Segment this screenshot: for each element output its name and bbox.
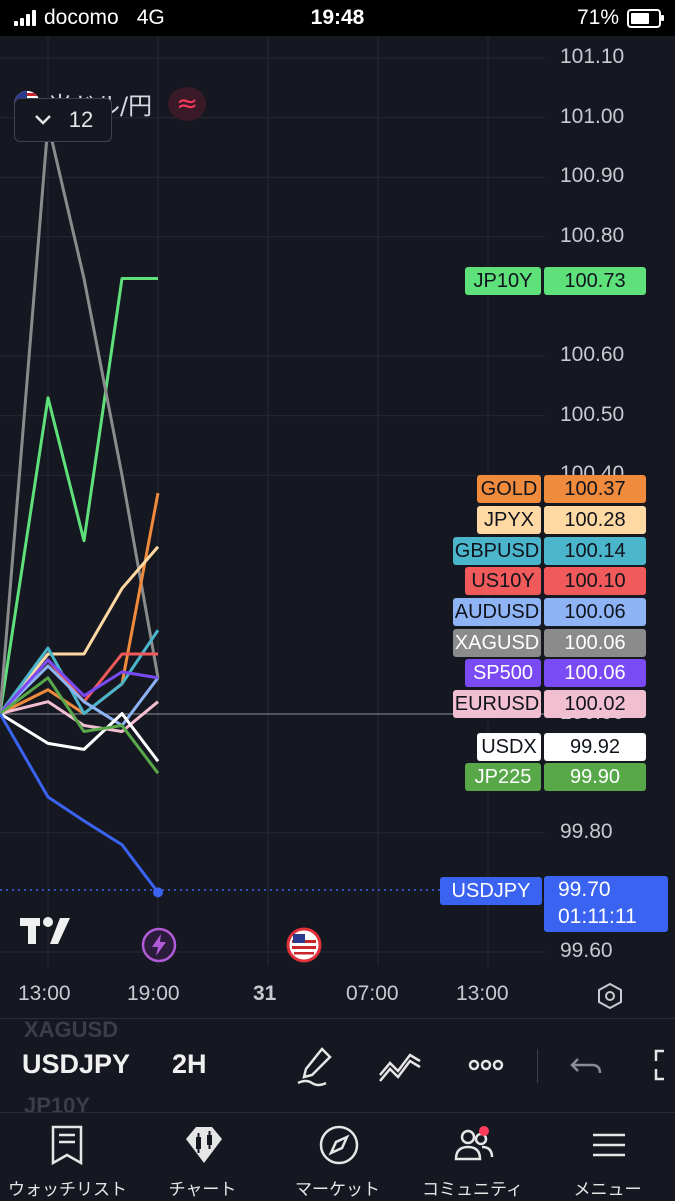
price-tag-name-gbpusd: GBPUSD — [453, 537, 541, 565]
nav-community[interactable]: コミュニティ — [405, 1113, 540, 1201]
approx-icon[interactable]: ≈ — [168, 86, 207, 121]
status-bar: docomo 4G 19:48 71% — [0, 0, 675, 36]
collapse-toggle[interactable]: 12 — [14, 98, 112, 142]
usdjpy-tag-box: 99.70 01:11:11 — [544, 876, 668, 932]
price-axis-label: 100.90 — [560, 164, 625, 188]
series-line-jp10y — [0, 277, 158, 714]
lightning-event-icon[interactable] — [140, 926, 178, 964]
price-tag-name-jp10y: JP10Y — [465, 267, 541, 295]
price-tag-value-sp500: 100.06 — [544, 659, 646, 687]
usdjpy-tag-name: USDJPY — [440, 877, 542, 905]
price-tag-value-gold: 100.37 — [544, 475, 646, 503]
nav-chart[interactable]: チャート — [135, 1113, 270, 1201]
chart-toolbar: XAGUSD USDJPY 2H JP10Y — [0, 1017, 675, 1118]
battery-percent: 71% — [576, 6, 619, 29]
price-tag-value-jp10y: 100.73 — [544, 267, 646, 295]
watchlist-icon — [51, 1125, 83, 1166]
price-axis-label: 101.10 — [560, 45, 625, 68]
time-axis-label: 07:00 — [346, 982, 399, 1005]
nav-watchlist[interactable]: ウォッチリスト — [0, 1113, 135, 1201]
time-axis-label: 13:00 — [456, 982, 509, 1005]
price-tag-name-gold: GOLD — [477, 475, 541, 503]
time-axis-label: 13:00 — [18, 982, 71, 1005]
price-axis-label: 101.00 — [560, 104, 625, 128]
price-tag-value-gbpusd: 100.14 — [544, 537, 646, 565]
nav-label-community: コミュニティ — [422, 1180, 523, 1200]
drawing-pen-icon[interactable] — [292, 1041, 340, 1089]
nav-label-watchlist: ウォッチリスト — [8, 1180, 127, 1200]
time-axis-label: 19:00 — [127, 982, 180, 1005]
nav-label-chart: チャート — [168, 1180, 237, 1200]
menu-icon — [593, 1133, 625, 1157]
nav-menu[interactable]: メニュー — [540, 1113, 675, 1201]
usdjpy-countdown: 01:11:11 — [558, 905, 637, 928]
price-tag-value-eurusd: 100.02 — [544, 690, 646, 718]
us-event-flag-icon[interactable] — [285, 926, 323, 964]
community-icon — [454, 1126, 494, 1161]
price-axis-label: 99.60 — [560, 939, 613, 962]
price-tag-name-audusd: AUDUSD — [453, 598, 541, 626]
pattern-tool-icon[interactable] — [376, 1041, 424, 1089]
usdjpy-tag-value: 99.70 — [558, 878, 611, 901]
indicator-count: 12 — [68, 107, 94, 132]
toolbar-divider — [537, 1049, 538, 1083]
price-tag-value-xagusd: 100.06 — [544, 629, 646, 657]
nav-market[interactable]: マーケット — [270, 1113, 405, 1201]
price-axis-label: 100.60 — [560, 343, 625, 366]
price-tag-name-sp500: SP500 — [465, 659, 541, 687]
tradingview-logo-icon — [20, 917, 70, 944]
settings-hex-icon[interactable] — [596, 982, 624, 1010]
nav-label-menu: メニュー — [573, 1180, 642, 1200]
price-axis-label: 100.50 — [560, 402, 625, 426]
toolbar-symbol[interactable]: USDJPY — [22, 1049, 130, 1080]
chart-icon — [186, 1127, 222, 1163]
price-axis-label: 100.80 — [560, 223, 625, 247]
fullscreen-icon[interactable] — [646, 1041, 675, 1089]
compass-icon — [319, 1125, 359, 1165]
price-tag-value-us10y: 100.10 — [544, 567, 646, 595]
price-tag-name-xagusd: XAGUSD — [453, 629, 541, 657]
clock: 19:48 — [310, 6, 365, 29]
price-tag-name-usdx: USDX — [477, 733, 541, 761]
chevron-down-icon — [34, 115, 51, 125]
ghost-label-top: XAGUSD — [24, 1017, 119, 1042]
toolbar-interval[interactable]: 2H — [172, 1049, 207, 1080]
price-tag-value-jpyx: 100.28 — [544, 506, 646, 534]
price-tag-value-jp225: 99.90 — [544, 763, 646, 791]
nav-label-market: マーケット — [295, 1180, 380, 1200]
price-tag-name-jpyx: JPYX — [477, 506, 541, 534]
price-axis-label: 99.80 — [560, 819, 613, 843]
price-tag-name-us10y: US10Y — [465, 567, 541, 595]
usdjpy-last-point — [153, 887, 163, 898]
undo-icon[interactable] — [564, 1041, 612, 1089]
bottom-navigation: ウォッチリスト チャート マーケット コミュニティ メニュー — [0, 1112, 675, 1201]
price-tag-name-eurusd: EURUSD — [453, 690, 541, 718]
price-tag-value-audusd: 100.06 — [544, 598, 646, 626]
price-tag-name-jp225: JP225 — [465, 763, 541, 791]
battery-icon — [627, 8, 664, 28]
price-tag-value-usdx: 99.92 — [544, 733, 646, 761]
time-axis-label: 31 — [253, 982, 277, 1005]
more-options-icon[interactable] — [462, 1041, 510, 1089]
chart-area[interactable]: 101.10 101.00 100.90 100.80 100.60 100.50 100.… — [0, 36, 675, 1036]
